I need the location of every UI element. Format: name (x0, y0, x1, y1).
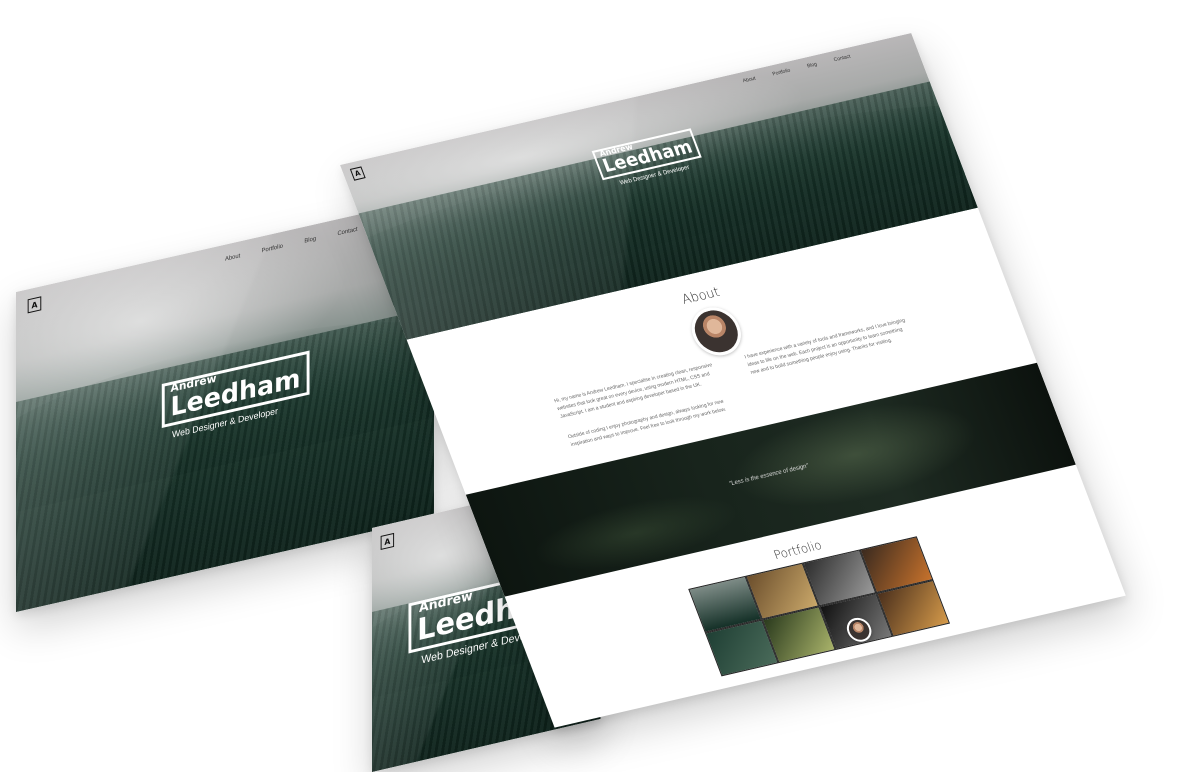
desktop-hero (340, 33, 1022, 340)
about-avatar (684, 302, 749, 360)
portfolio-grid (688, 536, 950, 677)
about-paragraph-3: I have experience with a variety of tool… (743, 317, 907, 376)
